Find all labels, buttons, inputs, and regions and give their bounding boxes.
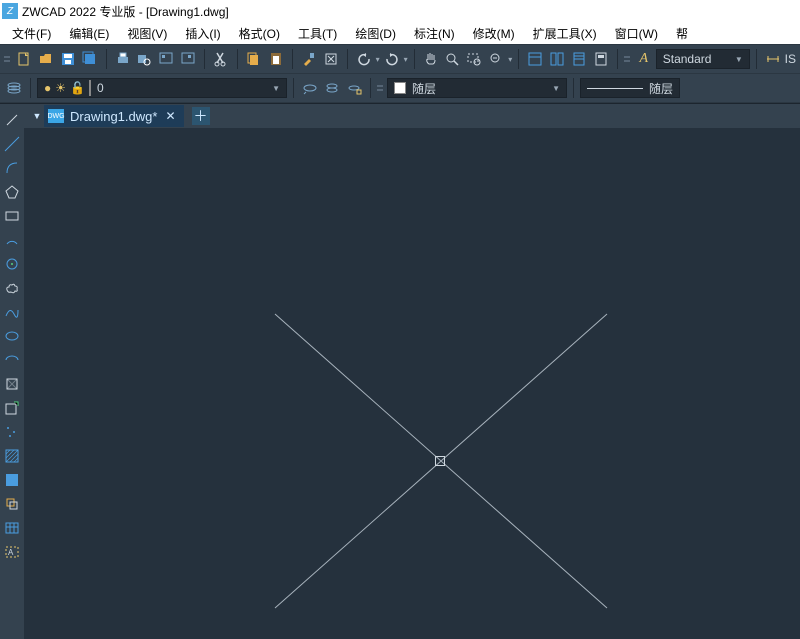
text-style-value: Standard bbox=[663, 52, 712, 66]
menu-help[interactable]: 帮 bbox=[670, 23, 694, 44]
title-text: ZWCAD 2022 专业版 - [Drawing1.dwg] bbox=[22, 3, 229, 20]
ellipse-arc-icon[interactable] bbox=[2, 350, 22, 370]
design-center-icon[interactable] bbox=[547, 49, 567, 69]
menu-exttools[interactable]: 扩展工具(X) bbox=[527, 23, 603, 44]
menu-window[interactable]: 窗口(W) bbox=[609, 23, 664, 44]
spline-icon[interactable] bbox=[2, 302, 22, 322]
block-editor-icon[interactable] bbox=[321, 49, 341, 69]
cut-icon[interactable] bbox=[211, 49, 231, 69]
drawing-canvas[interactable] bbox=[24, 128, 800, 639]
document-tabs: ▼ DWG Drawing1.dwg* ✕ ＋ bbox=[24, 104, 800, 128]
zoom-window-icon[interactable] bbox=[464, 49, 484, 69]
editor-area: ▼ DWG Drawing1.dwg* ✕ ＋ bbox=[24, 104, 800, 639]
layer-iso-icon[interactable] bbox=[344, 78, 364, 98]
circle-icon[interactable] bbox=[2, 254, 22, 274]
rectangle-icon[interactable] bbox=[2, 206, 22, 226]
plot-icon[interactable] bbox=[156, 49, 176, 69]
color-select[interactable]: 随层 ▼ bbox=[387, 78, 567, 98]
xline-icon[interactable] bbox=[2, 134, 22, 154]
draw-toolbar: A bbox=[0, 104, 24, 639]
dim-style-icon[interactable] bbox=[763, 49, 783, 69]
toolbar-row-2: ● ☀ 🔓 0 ▼ 随层 ▼ 随层 bbox=[0, 74, 800, 103]
layer-name: 0 bbox=[97, 81, 104, 95]
point-icon[interactable] bbox=[2, 422, 22, 442]
grip-handle[interactable] bbox=[377, 78, 383, 98]
dwg-icon: DWG bbox=[48, 109, 64, 123]
color-value: 随层 bbox=[412, 80, 436, 97]
undo-icon[interactable] bbox=[354, 49, 374, 69]
iso-label: IS bbox=[785, 52, 796, 66]
publish-icon[interactable] bbox=[178, 49, 198, 69]
app-icon: Z bbox=[2, 3, 18, 19]
zoom-prev-icon[interactable] bbox=[486, 49, 506, 69]
tab-label: Drawing1.dwg* bbox=[70, 109, 157, 124]
tab-close-icon[interactable]: ✕ bbox=[163, 109, 177, 123]
bulb-yellow-icon: ● bbox=[44, 81, 51, 95]
zoom-realtime-icon[interactable] bbox=[443, 49, 463, 69]
color-swatch-icon bbox=[394, 82, 406, 94]
toolbar-row-1: ▾ ▾ ▾ A Standard ▼ IS bbox=[0, 45, 800, 74]
mtext-icon[interactable]: A bbox=[2, 542, 22, 562]
new-icon[interactable] bbox=[14, 49, 34, 69]
gradient-icon[interactable] bbox=[2, 470, 22, 490]
document-tab-active[interactable]: DWG Drawing1.dwg* ✕ bbox=[44, 105, 184, 127]
redo-icon[interactable] bbox=[382, 49, 402, 69]
revcloud-icon[interactable] bbox=[2, 278, 22, 298]
table-icon[interactable] bbox=[2, 518, 22, 538]
insert-block-icon[interactable] bbox=[2, 374, 22, 394]
titlebar: Z ZWCAD 2022 专业版 - [Drawing1.dwg] bbox=[0, 0, 800, 22]
polygon-icon[interactable] bbox=[2, 182, 22, 202]
menu-view[interactable]: 视图(V) bbox=[121, 23, 173, 44]
sun-icon: ☀ bbox=[55, 81, 66, 95]
toolbar-area: ▾ ▾ ▾ A Standard ▼ IS ● ☀ 🔓 0 bbox=[0, 44, 800, 104]
arc-icon[interactable] bbox=[2, 158, 22, 178]
grip-handle[interactable] bbox=[624, 49, 630, 69]
layer-manager-icon[interactable] bbox=[4, 78, 24, 98]
drawing-content bbox=[24, 128, 800, 639]
menubar: 文件(F) 编辑(E) 视图(V) 插入(I) 格式(O) 工具(T) 绘图(D… bbox=[0, 22, 800, 44]
print-preview-icon[interactable] bbox=[135, 49, 155, 69]
region-icon[interactable] bbox=[2, 494, 22, 514]
menu-file[interactable]: 文件(F) bbox=[6, 23, 57, 44]
menu-tools[interactable]: 工具(T) bbox=[292, 23, 343, 44]
menu-edit[interactable]: 编辑(E) bbox=[63, 23, 115, 44]
menu-draw[interactable]: 绘图(D) bbox=[349, 23, 402, 44]
svg-text:A: A bbox=[8, 548, 14, 557]
menu-format[interactable]: 格式(O) bbox=[233, 23, 286, 44]
color-swatch-icon bbox=[89, 81, 97, 95]
ellipse-icon[interactable] bbox=[2, 326, 22, 346]
arc3p-icon[interactable] bbox=[2, 230, 22, 250]
save-icon[interactable] bbox=[58, 49, 78, 69]
hatch-icon[interactable] bbox=[2, 446, 22, 466]
calculator-icon[interactable] bbox=[591, 49, 611, 69]
layer-state-icon[interactable] bbox=[322, 78, 342, 98]
line-icon[interactable] bbox=[2, 110, 22, 130]
tool-palettes-icon[interactable] bbox=[569, 49, 589, 69]
tabs-chevron-icon[interactable]: ▼ bbox=[30, 111, 44, 121]
pan-icon[interactable] bbox=[421, 49, 441, 69]
match-prop-icon[interactable] bbox=[299, 49, 319, 69]
text-style-select[interactable]: Standard ▼ bbox=[656, 49, 750, 69]
menu-modify[interactable]: 修改(M) bbox=[467, 23, 521, 44]
linetype-select[interactable]: 随层 bbox=[580, 78, 680, 98]
print-icon[interactable] bbox=[113, 49, 133, 69]
linetype-value: 随层 bbox=[649, 80, 673, 97]
properties-icon[interactable] bbox=[525, 49, 545, 69]
menu-annotate[interactable]: 标注(N) bbox=[408, 23, 461, 44]
textstyle-icon[interactable]: A bbox=[634, 49, 654, 69]
paste-icon[interactable] bbox=[266, 49, 286, 69]
lock-icon: 🔓 bbox=[70, 81, 85, 95]
saveall-icon[interactable] bbox=[80, 49, 100, 69]
menu-insert[interactable]: 插入(I) bbox=[179, 23, 226, 44]
layer-prev-icon[interactable] bbox=[300, 78, 320, 98]
crosshair-cursor bbox=[435, 456, 445, 466]
new-tab-button[interactable]: ＋ bbox=[192, 107, 210, 125]
make-block-icon[interactable] bbox=[2, 398, 22, 418]
main-area: A ▼ DWG Drawing1.dwg* ✕ ＋ bbox=[0, 104, 800, 639]
grip-handle[interactable] bbox=[4, 49, 10, 69]
open-icon[interactable] bbox=[36, 49, 56, 69]
line-sample-icon bbox=[587, 88, 643, 89]
copy-icon[interactable] bbox=[244, 49, 264, 69]
layer-select[interactable]: ● ☀ 🔓 0 ▼ bbox=[37, 78, 287, 98]
